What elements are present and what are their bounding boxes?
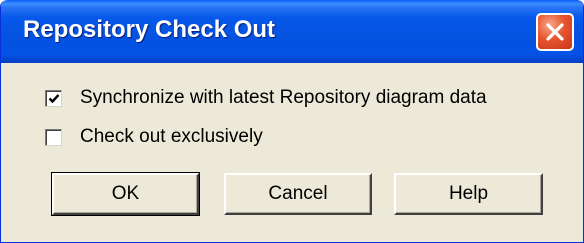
exclusive-label: Check out exclusively — [80, 126, 263, 147]
checkmark-icon — [48, 93, 60, 103]
synchronize-label: Synchronize with latest Repository diagr… — [80, 87, 487, 108]
dialog-window: Repository Check Out Synchronize with la… — [0, 0, 584, 243]
cancel-button[interactable]: Cancel — [224, 173, 372, 215]
ok-button[interactable]: OK — [51, 172, 200, 216]
close-x-icon — [546, 23, 564, 41]
exclusive-checkbox[interactable] — [45, 128, 62, 146]
synchronize-checkbox[interactable] — [45, 89, 62, 107]
synchronize-checkbox-row[interactable]: Synchronize with latest Repository diagr… — [45, 85, 487, 111]
exclusive-checkbox-row[interactable]: Check out exclusively — [45, 124, 263, 150]
title-bar[interactable]: Repository Check Out — [1, 0, 583, 63]
help-button[interactable]: Help — [394, 173, 543, 215]
close-button[interactable] — [536, 13, 574, 51]
window-title: Repository Check Out — [23, 16, 276, 43]
